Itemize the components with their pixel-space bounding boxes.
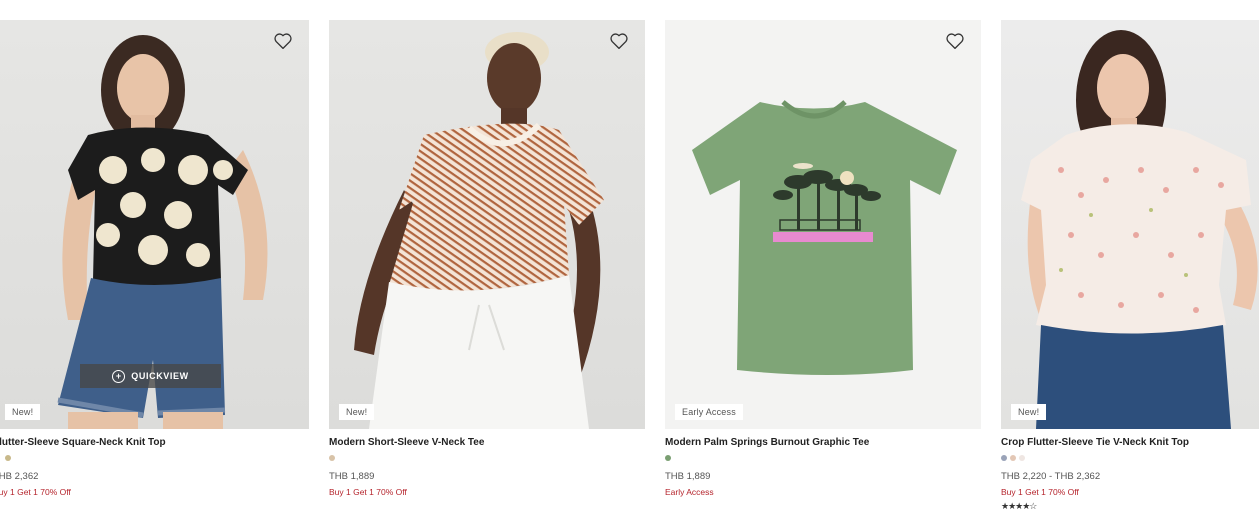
product-promo: Buy 1 Get 1 70% Off [0,487,71,497]
product-card[interactable]: Early Access Modern Palm Springs Burnout… [665,20,981,497]
product-badge: New! [339,404,375,420]
product-badge: Early Access [675,404,743,420]
product-badge: New! [1011,404,1047,420]
color-swatch[interactable] [329,455,335,461]
color-swatches [665,455,981,463]
product-image[interactable]: New! [329,20,645,429]
product-promo: Buy 1 Get 1 70% Off [1001,487,1079,497]
color-swatch[interactable] [1001,455,1007,461]
product-name[interactable]: Modern Short-Sleeve V-Neck Tee [329,437,645,448]
product-price: THB 2,362 [0,471,39,482]
tee-photo [692,100,957,375]
wishlist-heart-icon[interactable] [609,32,629,50]
wishlist-heart-icon[interactable] [945,32,965,50]
star-rating: ★★★★☆ [1001,501,1037,511]
wishlist-heart-icon[interactable] [273,32,293,50]
product-price: THB 1,889 [329,471,375,482]
product-price: THB 2,220 - THB 2,362 [1001,471,1101,482]
color-swatch[interactable] [1019,455,1025,461]
color-swatch[interactable] [1010,455,1016,461]
product-image[interactable]: Early Access [665,20,981,429]
product-image[interactable]: New! [1001,20,1259,429]
model-photo [1021,30,1258,429]
product-name[interactable]: Flutter-Sleeve Square-Neck Knit Top [0,437,309,448]
product-image[interactable]: + QUICKVIEW New! [0,20,309,429]
color-swatch[interactable] [5,455,11,461]
color-swatch[interactable] [665,455,671,461]
color-swatches [0,455,309,463]
product-card[interactable]: New! Modern Short-Sleeve V-Neck Tee THB … [329,20,645,497]
plus-circle-icon: + [112,369,126,383]
product-price: THB 1,889 [665,471,711,482]
product-name[interactable]: Crop Flutter-Sleeve Tie V-Neck Knit Top [1001,437,1259,448]
color-swatches [329,455,645,463]
color-swatches [1001,455,1259,463]
product-card[interactable]: New! Crop Flutter-Sleeve Tie V-Neck Knit… [1001,20,1259,512]
product-card[interactable]: + QUICKVIEW New! Flutter-Sleeve Square-N… [0,20,309,497]
quickview-label: QUICKVIEW [131,371,189,381]
product-name[interactable]: Modern Palm Springs Burnout Graphic Tee [665,437,981,448]
product-badge: New! [5,404,41,420]
quickview-button[interactable]: + QUICKVIEW [80,364,221,388]
product-promo: Early Access [665,487,714,497]
model-photo [354,32,604,429]
product-promo: Buy 1 Get 1 70% Off [329,487,407,497]
